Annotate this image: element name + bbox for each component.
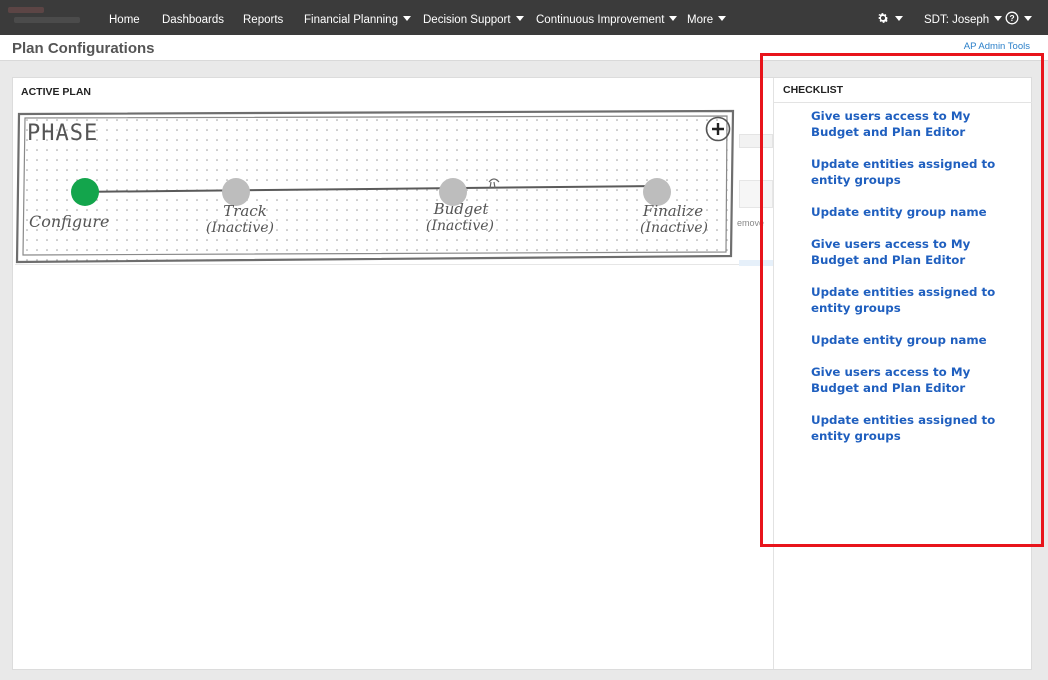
phase-status: (Inactive): [206, 220, 274, 236]
phase-label: Configure: [29, 212, 110, 231]
nav-dashboards[interactable]: Dashboards: [162, 0, 224, 35]
checklist-item[interactable]: Update entity group name: [811, 204, 1011, 220]
checklist-item[interactable]: Give users access to My Budget and Plan …: [811, 364, 1011, 396]
checklist-item[interactable]: Update entities assigned to entity group…: [811, 156, 1011, 188]
obscured-row: [739, 180, 773, 208]
phase-sketch-image: PHASE Configure Track (Inactive) Budget …: [15, 108, 739, 265]
phase-track[interactable]: Track (Inactive): [195, 178, 285, 244]
phase-label: Budget: [433, 200, 489, 218]
chevron-down-icon: [669, 16, 678, 21]
phase-status: (Inactive): [640, 220, 708, 236]
brand-logo[interactable]: [8, 5, 88, 29]
phase-finalize[interactable]: Finalize (Inactive): [627, 178, 727, 244]
phase-configure[interactable]: Configure: [29, 178, 119, 238]
nav-financial-planning[interactable]: Financial Planning: [304, 0, 411, 35]
active-plan-title: ACTIVE PLAN: [21, 86, 92, 98]
chevron-down-icon: [718, 16, 727, 21]
checklist: Give users access to My Budget and Plan …: [811, 108, 1011, 460]
nav-continuous-improvement-label: Continuous Improvement: [536, 14, 665, 26]
checklist-item[interactable]: Update entities assigned to entity group…: [811, 284, 1011, 316]
section-divider: [773, 78, 774, 669]
phase-budget[interactable]: Budget (Inactive): [415, 178, 505, 244]
nav-financial-planning-label: Financial Planning: [304, 14, 398, 26]
question-circle-icon: ?: [1005, 11, 1019, 25]
gear-icon: [878, 13, 889, 23]
obscured-row: [739, 260, 773, 266]
nav-reports[interactable]: Reports: [243, 0, 283, 35]
user-menu-label: SDT: Joseph: [924, 14, 990, 26]
nav-more[interactable]: More: [687, 0, 727, 35]
phase-label: Track: [223, 202, 267, 220]
nav-continuous-improvement[interactable]: Continuous Improvement: [536, 0, 678, 35]
chevron-down-icon: [515, 16, 524, 21]
settings-menu[interactable]: [876, 0, 903, 35]
nav-dashboards-label: Dashboards: [162, 14, 225, 26]
svg-text:?: ?: [1009, 13, 1014, 23]
checklist-item[interactable]: Update entity group name: [811, 332, 1011, 348]
nav-decision-support[interactable]: Decision Support: [423, 0, 524, 35]
checklist-header: CHECKLIST: [774, 78, 1032, 103]
obscured-remove-text: emove: [737, 218, 765, 228]
page-title: Plan Configurations: [12, 40, 155, 57]
title-bar: Plan Configurations AP Admin Tools: [0, 35, 1048, 61]
user-menu[interactable]: SDT: Joseph: [924, 0, 1003, 35]
checklist-item[interactable]: Give users access to My Budget and Plan …: [811, 108, 1011, 140]
checklist-item[interactable]: Update entities assigned to entity group…: [811, 412, 1011, 444]
checklist-title: CHECKLIST: [783, 84, 844, 96]
top-nav-bar: Home Dashboards Reports Financial Planni…: [0, 0, 1048, 35]
chevron-down-icon: [994, 16, 1003, 21]
checklist-item[interactable]: Give users access to My Budget and Plan …: [811, 236, 1011, 268]
nav-reports-label: Reports: [243, 14, 284, 26]
active-plan-section: ACTIVE PLAN PHASE Configure Track (Inact…: [13, 78, 773, 669]
obscured-table-fragment: emove: [737, 134, 773, 266]
chevron-down-icon: [1024, 16, 1032, 21]
nav-more-label: More: [687, 14, 714, 26]
nav-decision-support-label: Decision Support: [423, 14, 511, 26]
obscured-row: [739, 134, 773, 148]
sketch-phase-heading: PHASE: [27, 121, 99, 146]
nav-home-label: Home: [109, 14, 140, 26]
phase-active-dot: [71, 178, 99, 206]
chevron-down-icon: [402, 16, 411, 21]
phase-status: (Inactive): [426, 218, 494, 234]
plus-circle-icon[interactable]: [704, 115, 732, 143]
ap-admin-tools-link[interactable]: AP Admin Tools: [964, 41, 1030, 52]
chevron-down-icon: [895, 16, 903, 21]
phase-label: Finalize: [642, 202, 704, 220]
main-panel: ACTIVE PLAN PHASE Configure Track (Inact…: [12, 77, 1032, 670]
help-menu[interactable]: ?: [1005, 0, 1032, 35]
nav-home[interactable]: Home: [109, 0, 140, 35]
